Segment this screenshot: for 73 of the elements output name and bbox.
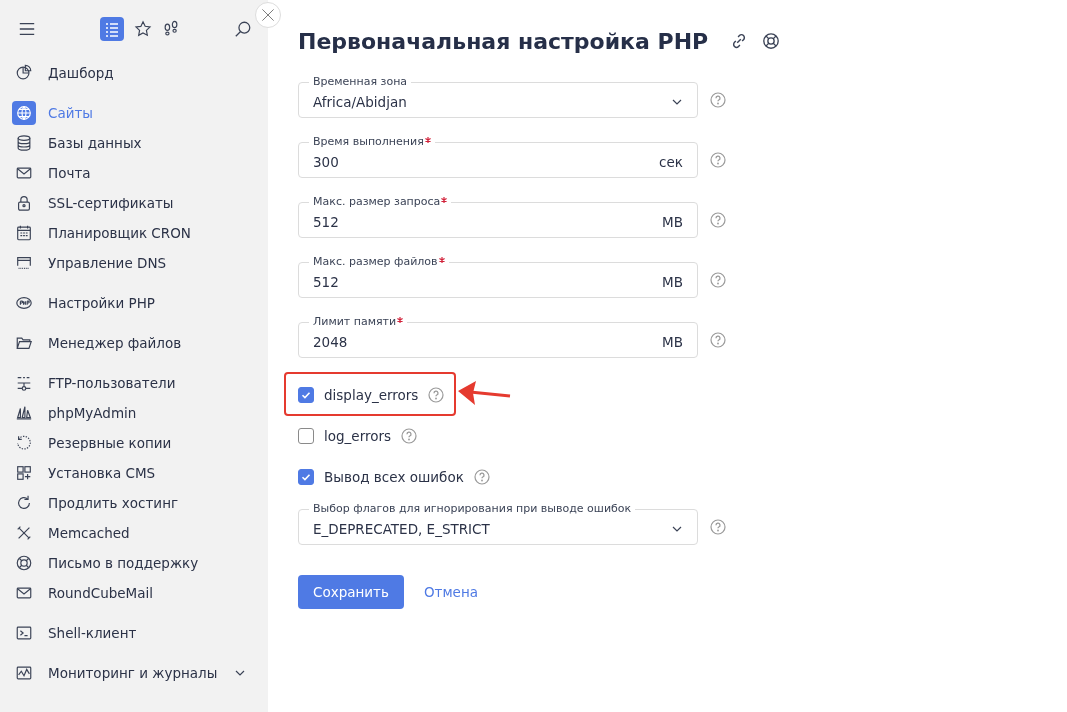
sidebar-item[interactable]: Планировщик CRON [12, 218, 256, 248]
sidebar-item[interactable]: Настройки PHP [12, 288, 256, 318]
sidebar-item[interactable]: Резервные копии [12, 428, 256, 458]
help-icon[interactable] [401, 427, 418, 444]
checkbox[interactable] [298, 427, 314, 444]
list-icon[interactable] [100, 17, 124, 41]
monitor-chart-icon [15, 664, 33, 682]
folder-icon [15, 334, 33, 352]
help-icon[interactable] [710, 332, 726, 348]
unit-label: MB [662, 214, 683, 230]
sidebar-item[interactable]: RoundCubeMail [12, 578, 256, 608]
terminal-icon [15, 624, 33, 642]
sidebar-item[interactable]: Установка CMS [12, 458, 256, 488]
save-button[interactable]: Сохранить [298, 575, 404, 609]
help-icon[interactable] [428, 386, 445, 403]
chart-icon [15, 64, 33, 82]
arrow-annotation [456, 380, 512, 408]
search-icon[interactable] [234, 20, 252, 38]
sidebar-item[interactable]: Письмо в поддержку [12, 548, 256, 578]
checkbox-label: Вывод всех ошибок [324, 468, 464, 485]
field-label: Макс. размер файлов [313, 255, 438, 268]
envelope-icon [15, 584, 33, 602]
sidebar-item[interactable]: Дашборд [12, 58, 256, 88]
unit-label: сек [659, 154, 683, 170]
sidebar-item[interactable]: Memcached [12, 518, 256, 548]
lock-icon [15, 194, 33, 212]
checkbox[interactable] [298, 386, 314, 403]
help-icon[interactable] [710, 519, 726, 535]
checkbox-label: log_errors [324, 427, 392, 444]
help-icon[interactable] [710, 212, 726, 228]
field-label: Время выполнения [313, 135, 424, 148]
sidebar-item[interactable]: phpMyAdmin [12, 398, 256, 428]
sidebar-item[interactable]: FTP-пользователи [12, 368, 256, 398]
php-icon [15, 294, 33, 312]
circular-arrow-icon [15, 434, 33, 452]
footprints-icon[interactable] [162, 20, 180, 38]
sidebar-item[interactable]: SSL-сертификаты [12, 188, 256, 218]
lifebuoy-icon [15, 554, 33, 572]
sidebar-item[interactable]: Базы данных [12, 128, 256, 158]
sidebar-item[interactable]: Продлить хостинг [12, 488, 256, 518]
field-label: Лимит памяти [313, 315, 397, 328]
star-icon[interactable] [134, 20, 152, 38]
field-label: Макс. размер запроса [313, 195, 441, 208]
sidebar-item[interactable]: Shell-клиент [12, 618, 256, 648]
globe-icon [15, 104, 33, 122]
close-icon [260, 7, 276, 23]
help-icon[interactable] [473, 468, 490, 485]
grid-plus-icon [15, 464, 33, 482]
checkbox[interactable] [298, 468, 314, 485]
sidebar-item[interactable]: Мониторинг и журналы [12, 658, 256, 688]
cancel-button[interactable]: Отмена [411, 584, 491, 600]
envelope-icon [15, 164, 33, 182]
unit-label: MB [662, 334, 683, 350]
sidebar-item[interactable]: Сайты [12, 98, 256, 128]
refresh-icon [15, 494, 33, 512]
page-title: Первоначальная настройка PHP [298, 28, 709, 54]
calendar-icon [15, 224, 33, 242]
database-icon [15, 134, 33, 152]
help-icon[interactable] [710, 152, 726, 168]
lifebuoy-icon[interactable] [762, 32, 781, 50]
sidebar-item[interactable]: Почта [12, 158, 256, 188]
sidebar-item[interactable]: Менеджер файлов [12, 328, 256, 358]
menu-icon[interactable] [18, 20, 36, 38]
field-label: Выбор флагов для игнорирования при выводе ошибок [313, 502, 632, 515]
unit-label: MB [662, 274, 683, 290]
checkbox-label: display_errors [324, 386, 419, 403]
sailboat-icon [15, 404, 33, 422]
sidebar-item[interactable]: Управление DNS [12, 248, 256, 278]
ftp-icon [15, 374, 33, 392]
dns-icon [15, 254, 33, 272]
help-icon[interactable] [710, 92, 726, 108]
field-label: Временная зона [313, 75, 408, 88]
help-icon[interactable] [710, 272, 726, 288]
